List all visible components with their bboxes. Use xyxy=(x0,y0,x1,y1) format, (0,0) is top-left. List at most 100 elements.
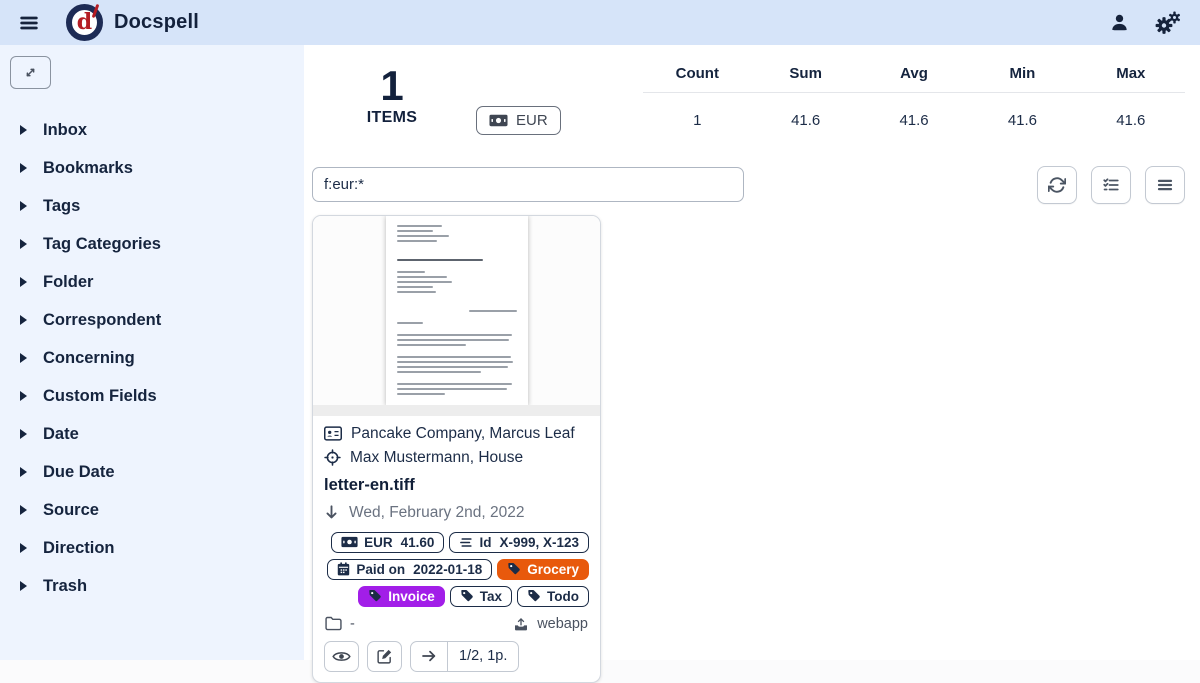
tag-icon xyxy=(507,562,521,576)
sidebar-item-tag-categories[interactable]: Tag Categories xyxy=(10,225,304,263)
sidebar-item-trash[interactable]: Trash xyxy=(10,567,304,605)
main-content: 1 ITEMS Count Sum Avg Min Max xyxy=(304,45,1200,660)
table-row: EUR 1 41.6 41.6 41.6 41.6 xyxy=(472,93,1185,139)
item-card-actions: 1/2, 1p. xyxy=(324,641,589,675)
col-min: Min xyxy=(968,57,1076,93)
col-avg: Avg xyxy=(860,57,968,93)
stat-min: 41.6 xyxy=(968,93,1076,139)
item-count: 1 xyxy=(312,65,472,107)
edit-button[interactable] xyxy=(367,641,402,672)
refresh-button[interactable] xyxy=(1037,166,1077,204)
currency-code: EUR xyxy=(516,112,548,129)
caret-right-icon xyxy=(20,163,27,173)
open-detail-button[interactable]: 1/2, 1p. xyxy=(410,641,519,672)
sidebar-item-date[interactable]: Date xyxy=(10,415,304,453)
caret-right-icon xyxy=(20,125,27,135)
sidebar-item-bookmarks[interactable]: Bookmarks xyxy=(10,149,304,187)
arrow-down-icon xyxy=(324,504,339,521)
view-menu-button[interactable] xyxy=(1145,166,1185,204)
item-count-block: 1 ITEMS xyxy=(312,55,472,127)
app-logo-link[interactable]: d Docspell xyxy=(66,4,199,41)
money-bill-icon xyxy=(489,114,508,127)
caret-right-icon xyxy=(20,277,27,287)
sidebar-item-correspondent[interactable]: Correspondent xyxy=(10,301,304,339)
sidebar-item-tags[interactable]: Tags xyxy=(10,187,304,225)
sidebar-item-source[interactable]: Source xyxy=(10,491,304,529)
item-count-label: ITEMS xyxy=(312,109,472,127)
search-stats: 1 ITEMS Count Sum Avg Min Max xyxy=(312,55,1185,139)
sidebar-item-inbox[interactable]: Inbox xyxy=(10,111,304,149)
caret-right-icon xyxy=(20,391,27,401)
crosshairs-icon xyxy=(324,449,341,466)
stat-count: 1 xyxy=(643,93,751,139)
bars-icon xyxy=(1156,176,1174,194)
badge-row-1: EUR 41.60 Id X-999, X-123 xyxy=(324,532,589,553)
app-title: Docspell xyxy=(114,11,199,34)
item-card[interactable]: Pancake Company, Marcus Leaf Max Musterm… xyxy=(312,215,601,683)
edit-icon xyxy=(376,648,393,665)
gears-icon xyxy=(1154,11,1181,35)
caret-right-icon xyxy=(20,543,27,553)
calendar-icon xyxy=(337,562,350,576)
stream-icon xyxy=(459,536,473,549)
settings-menu-button[interactable] xyxy=(1150,6,1184,40)
currency-amount-badge: EUR 41.60 xyxy=(331,532,444,553)
upload-icon xyxy=(513,616,529,632)
document-preview xyxy=(386,216,528,406)
correspondent-line: Pancake Company, Marcus Leaf xyxy=(324,425,589,443)
currency-pill: EUR xyxy=(476,106,561,135)
sidebar-item-due-date[interactable]: Due Date xyxy=(10,453,304,491)
folder-value: - xyxy=(350,616,355,632)
sidebar-item-folder[interactable]: Folder xyxy=(10,263,304,301)
item-filename: letter-en.tiff xyxy=(324,476,589,495)
tag-badge-todo: Todo xyxy=(517,586,589,607)
item-date: Wed, February 2nd, 2022 xyxy=(349,504,525,522)
money-bill-icon xyxy=(341,536,358,548)
folder-info: - xyxy=(325,616,355,632)
preview-button[interactable] xyxy=(324,641,359,672)
filter-sidebar: Inbox Bookmarks Tags Tag Categories Fold… xyxy=(0,45,304,660)
caret-right-icon xyxy=(20,201,27,211)
menu-toggle-button[interactable] xyxy=(16,10,42,36)
item-card-body: Pancake Company, Marcus Leaf Max Musterm… xyxy=(313,416,600,682)
page-count-label: 1/2, 1p. xyxy=(448,642,518,671)
expand-sidebar-button[interactable] xyxy=(10,56,51,89)
caret-right-icon xyxy=(20,429,27,439)
sidebar-item-direction[interactable]: Direction xyxy=(10,529,304,567)
tag-icon xyxy=(527,589,541,603)
item-thumbnail xyxy=(313,216,600,416)
sidebar-item-custom-fields[interactable]: Custom Fields xyxy=(10,377,304,415)
caret-right-icon xyxy=(20,315,27,325)
hamburger-icon xyxy=(18,12,40,34)
stat-sum: 41.6 xyxy=(751,93,859,139)
folder-icon xyxy=(325,616,342,631)
caret-right-icon xyxy=(20,467,27,477)
custom-field-id-badge: Id X-999, X-123 xyxy=(449,532,589,553)
col-max: Max xyxy=(1077,57,1185,93)
paid-date-badge: Paid on 2022-01-18 xyxy=(327,559,492,580)
user-menu-button[interactable] xyxy=(1102,6,1136,40)
stat-max: 41.6 xyxy=(1077,93,1185,139)
tag-badge-tax: Tax xyxy=(450,586,512,607)
item-card-footer: - webapp xyxy=(324,613,589,641)
col-sum: Sum xyxy=(751,57,859,93)
user-icon xyxy=(1109,12,1130,33)
search-input[interactable] xyxy=(312,167,744,202)
top-navbar: d Docspell xyxy=(0,0,1200,45)
caret-right-icon xyxy=(20,581,27,591)
arrow-right-icon xyxy=(411,642,448,671)
caret-right-icon xyxy=(20,353,27,363)
address-card-icon xyxy=(324,426,342,441)
refresh-icon xyxy=(1048,176,1066,194)
source-info: webapp xyxy=(513,616,588,632)
concerning-line: Max Mustermann, House xyxy=(324,449,589,467)
badge-row-3: Invoice Tax Todo xyxy=(324,586,589,607)
tasks-list-icon xyxy=(1102,176,1120,194)
stat-avg: 41.6 xyxy=(860,93,968,139)
concerning-text: Max Mustermann, House xyxy=(350,449,523,467)
select-mode-button[interactable] xyxy=(1091,166,1131,204)
source-value: webapp xyxy=(537,616,588,632)
badge-row-2: Paid on 2022-01-18 Grocery xyxy=(324,559,589,580)
sidebar-item-concerning[interactable]: Concerning xyxy=(10,339,304,377)
caret-right-icon xyxy=(20,505,27,515)
